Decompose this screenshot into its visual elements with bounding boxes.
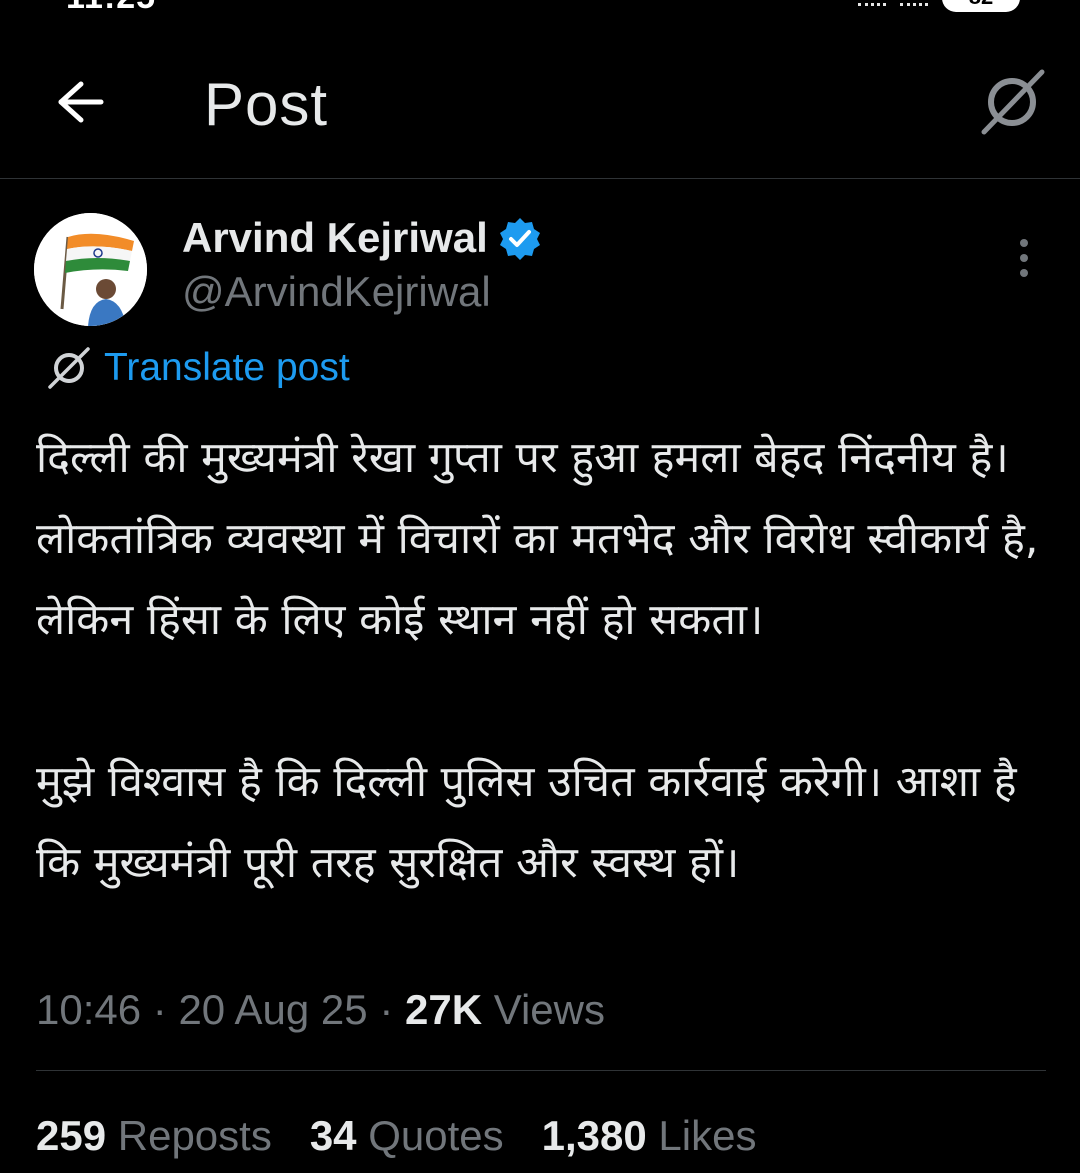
more-vertical-icon xyxy=(1020,239,1028,277)
reposts-count: 259 xyxy=(36,1112,107,1159)
translate-icon xyxy=(48,347,90,389)
back-arrow-icon xyxy=(58,81,104,123)
divider xyxy=(36,1070,1046,1071)
post-time: 10:46 xyxy=(36,986,142,1033)
back-button[interactable] xyxy=(52,76,108,128)
profile-photo xyxy=(34,213,147,326)
engagement-stats: 259 Reposts 34 Quotes 1,380 Likes xyxy=(36,1112,756,1160)
author-handle[interactable]: @ArvindKejriwal xyxy=(182,268,491,316)
more-options-button[interactable] xyxy=(1004,236,1044,280)
author-name: Arvind Kejriwal xyxy=(182,214,488,261)
post-text: दिल्ली की मुख्यमंत्री रेखा गुप्ता पर हुआ… xyxy=(36,433,1039,888)
page-title: Post xyxy=(204,71,329,138)
author-name-row[interactable]: Arvind Kejriwal xyxy=(182,214,542,262)
views-count: 27K xyxy=(404,986,483,1033)
post-date: 20 Aug 25 xyxy=(178,986,368,1033)
quotes-label: Quotes xyxy=(368,1112,504,1159)
post-meta: 10:46 · 20 Aug 25 · 27K Views xyxy=(36,986,605,1034)
quotes-count: 34 xyxy=(309,1112,357,1159)
translate-post-link[interactable]: Translate post xyxy=(46,345,350,391)
translate-label: Translate post xyxy=(104,346,350,389)
views-label: Views xyxy=(493,986,605,1033)
translate-button[interactable] xyxy=(974,64,1050,140)
quotes-stat[interactable]: 34 Quotes xyxy=(310,1112,504,1160)
meta-separator: · xyxy=(152,986,167,1033)
reposts-label: Reposts xyxy=(117,1112,272,1159)
avatar[interactable] xyxy=(34,213,147,326)
likes-stat[interactable]: 1,380 Likes xyxy=(542,1112,757,1160)
reposts-stat[interactable]: 259 Reposts xyxy=(36,1112,272,1160)
translate-icon xyxy=(981,69,1045,135)
likes-count: 1,380 xyxy=(541,1112,647,1159)
top-app-bar: Post xyxy=(0,0,1080,179)
likes-label: Likes xyxy=(658,1112,757,1159)
meta-separator: · xyxy=(379,986,394,1033)
verified-badge-icon xyxy=(499,218,540,260)
